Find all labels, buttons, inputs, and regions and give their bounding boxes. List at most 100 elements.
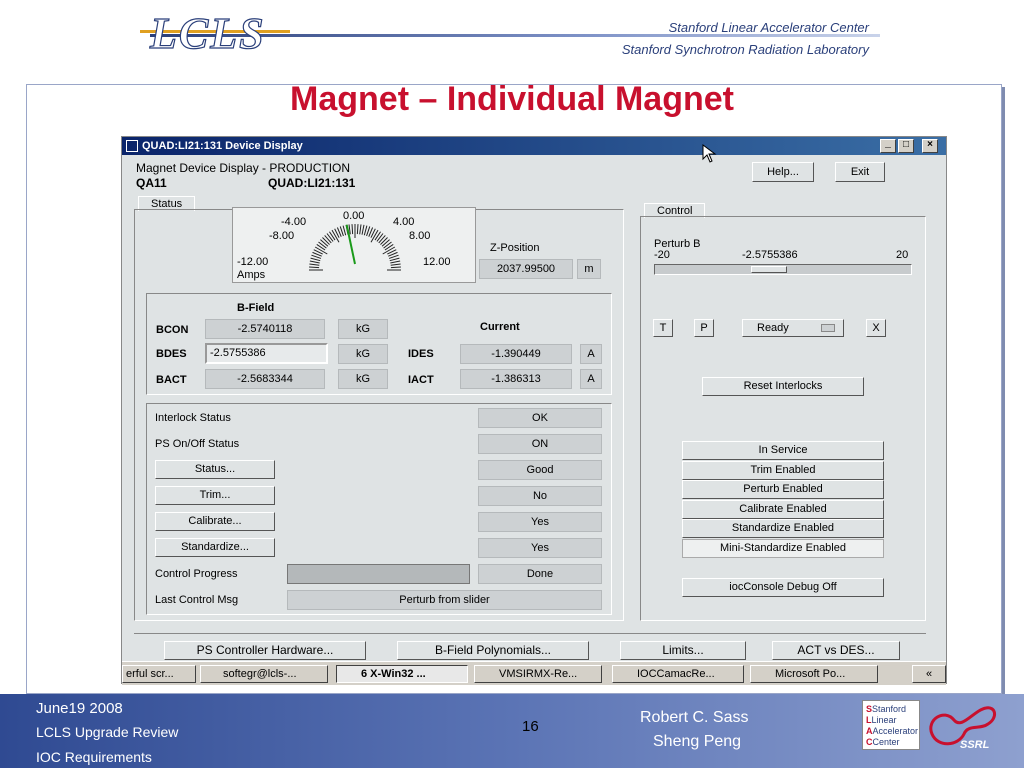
limits-button[interactable]: Limits... (620, 641, 746, 660)
meter-tick (390, 266, 401, 269)
slac-logo-line: CCenter (866, 737, 900, 747)
footer-line3: IOC Requirements (36, 749, 152, 765)
taskbar-item[interactable]: IOCCamacRe... (612, 665, 744, 683)
device-name: QUAD:LI21:131 (268, 176, 356, 190)
debug-button[interactable]: iocConsole Debug Off (682, 578, 884, 597)
lcls-logo: LCLS (149, 8, 266, 58)
perturb-slider-thumb[interactable] (751, 266, 787, 273)
window-titlebar: QUAD:LI21:131 Device Display _ □ × (122, 137, 946, 155)
taskbar-more[interactable]: « (912, 665, 946, 683)
bcon-label: BCON (156, 324, 189, 336)
flag-item[interactable]: Standardize Enabled (682, 519, 884, 539)
slac-logo-line: SStanford (866, 704, 907, 714)
taskbar-item[interactable]: VMSIRMX-Re... (474, 665, 602, 683)
calibrate-button[interactable]: Calibrate... (155, 512, 275, 531)
app-icon (126, 140, 138, 152)
perturb-slider-track[interactable] (654, 264, 912, 275)
maximize-button[interactable]: □ (898, 139, 914, 153)
taskbar-label: Microsoft Po... (775, 668, 846, 680)
p-button[interactable]: P (694, 319, 714, 337)
org-ssrl: Stanford Synchrotron Radiation Laborator… (621, 42, 869, 57)
taskbar-label: IOCCamacRe... (637, 668, 715, 680)
flag-item[interactable]: Trim Enabled (682, 460, 884, 480)
ready-label: Ready (757, 322, 789, 334)
taskbar-item[interactable]: softegr@lcls-... (200, 665, 328, 683)
taskbar-item[interactable]: Microsoft Po... (750, 665, 878, 683)
meter-tick-label: 0.00 (343, 210, 365, 222)
bact-label: BACT (156, 374, 187, 386)
meter-tick (383, 241, 392, 249)
interlock-status-value: OK (478, 408, 602, 428)
last-control-msg-label: Last Control Msg (155, 594, 239, 606)
taskbar-item[interactable]: erful scr... (122, 665, 196, 683)
ssrl-logo-text: SSRL (960, 739, 990, 751)
meter-tick (356, 224, 359, 235)
windows-taskbar: erful scr... softegr@lcls-... 6 X-Win32 … (122, 661, 946, 685)
taskbar-item-active[interactable]: 6 X-Win32 ... (336, 665, 468, 683)
display-subtitle: Magnet Device Display - PRODUCTION (136, 161, 351, 175)
ides-label: IDES (408, 348, 434, 360)
act-vs-des-button[interactable]: ACT vs DES... (772, 641, 900, 660)
bdes-label: BDES (156, 348, 187, 360)
ps-status-label: PS On/Off Status (155, 438, 240, 450)
exit-button[interactable]: Exit (835, 162, 885, 182)
meter-tick (310, 257, 321, 262)
taskbar-label: softegr@lcls-... (223, 668, 297, 680)
iact-label: IACT (408, 374, 434, 386)
bdes-input[interactable]: -2.5755386 (205, 343, 328, 364)
ssrl-logo: SSRL (929, 706, 996, 751)
meter-tick-label: -12.00 (237, 256, 269, 268)
meter-tick-label: 4.00 (393, 216, 415, 228)
standardize-value: Yes (478, 538, 602, 558)
help-button[interactable]: Help... (752, 162, 814, 182)
current-title: Current (480, 321, 520, 333)
org-slac: Stanford Linear Accelerator Center (668, 20, 869, 35)
flag-item[interactable]: In Service (682, 441, 884, 460)
z-position-value: 2037.99500 (479, 259, 573, 279)
perturb-value: -2.5755386 (742, 249, 798, 261)
flag-item[interactable]: Perturb Enabled (682, 480, 884, 500)
interlock-status-label: Interlock Status (155, 412, 231, 424)
meter-tick (380, 237, 388, 245)
minimize-button[interactable]: _ (880, 139, 896, 153)
meter-tick (320, 239, 329, 247)
meter-tick (309, 260, 320, 264)
meter-tick (324, 235, 332, 244)
meter-tick (351, 224, 354, 235)
trim-button[interactable]: Trim... (155, 486, 275, 505)
meter-tick (322, 237, 330, 245)
slide: LCLS Stanford Linear Accelerator Center … (0, 0, 1024, 768)
t-button[interactable]: T (653, 319, 673, 337)
slac-logo-line: AAccelerator (866, 726, 919, 736)
meter-tick (376, 233, 384, 242)
z-position-unit: m (577, 259, 601, 279)
footer-author2: Sheng Peng (653, 733, 742, 750)
meter-tick-label: -8.00 (269, 230, 295, 242)
flag-item[interactable]: Calibrate Enabled (682, 499, 884, 519)
z-position-label: Z-Position (490, 242, 540, 254)
ready-indicator-icon (821, 324, 835, 332)
meter-tick (309, 266, 320, 269)
calibrate-value: Yes (478, 512, 602, 532)
slac-logo-line: LLinear (866, 715, 897, 725)
ps-controller-hardware-button[interactable]: PS Controller Hardware... (164, 641, 366, 660)
standardize-button[interactable]: Standardize... (155, 538, 275, 557)
close-button[interactable]: × (922, 139, 938, 153)
meter-needle (345, 224, 356, 265)
taskbar-label: 6 X-Win32 ... (361, 668, 426, 680)
x-button[interactable]: X (866, 319, 886, 337)
reset-interlocks-button[interactable]: Reset Interlocks (702, 377, 864, 396)
iact-value: -1.386313 (460, 369, 572, 389)
bfield-polynomials-button[interactable]: B-Field Polynomials... (397, 641, 589, 660)
bcon-value: -2.5740118 (205, 319, 325, 339)
meter-tick (389, 257, 400, 262)
taskbar-label: VMSIRMX-Re... (499, 668, 578, 680)
status-value: Good (478, 460, 602, 480)
flag-item[interactable]: Mini-Standardize Enabled (682, 539, 884, 558)
status-button[interactable]: Status... (155, 460, 275, 479)
page-number: 16 (522, 718, 539, 735)
iact-unit: A (580, 369, 602, 389)
header: LCLS Stanford Linear Accelerator Center … (0, 0, 1024, 80)
ready-button[interactable]: Ready (742, 319, 844, 337)
bdes-unit: kG (338, 344, 388, 364)
